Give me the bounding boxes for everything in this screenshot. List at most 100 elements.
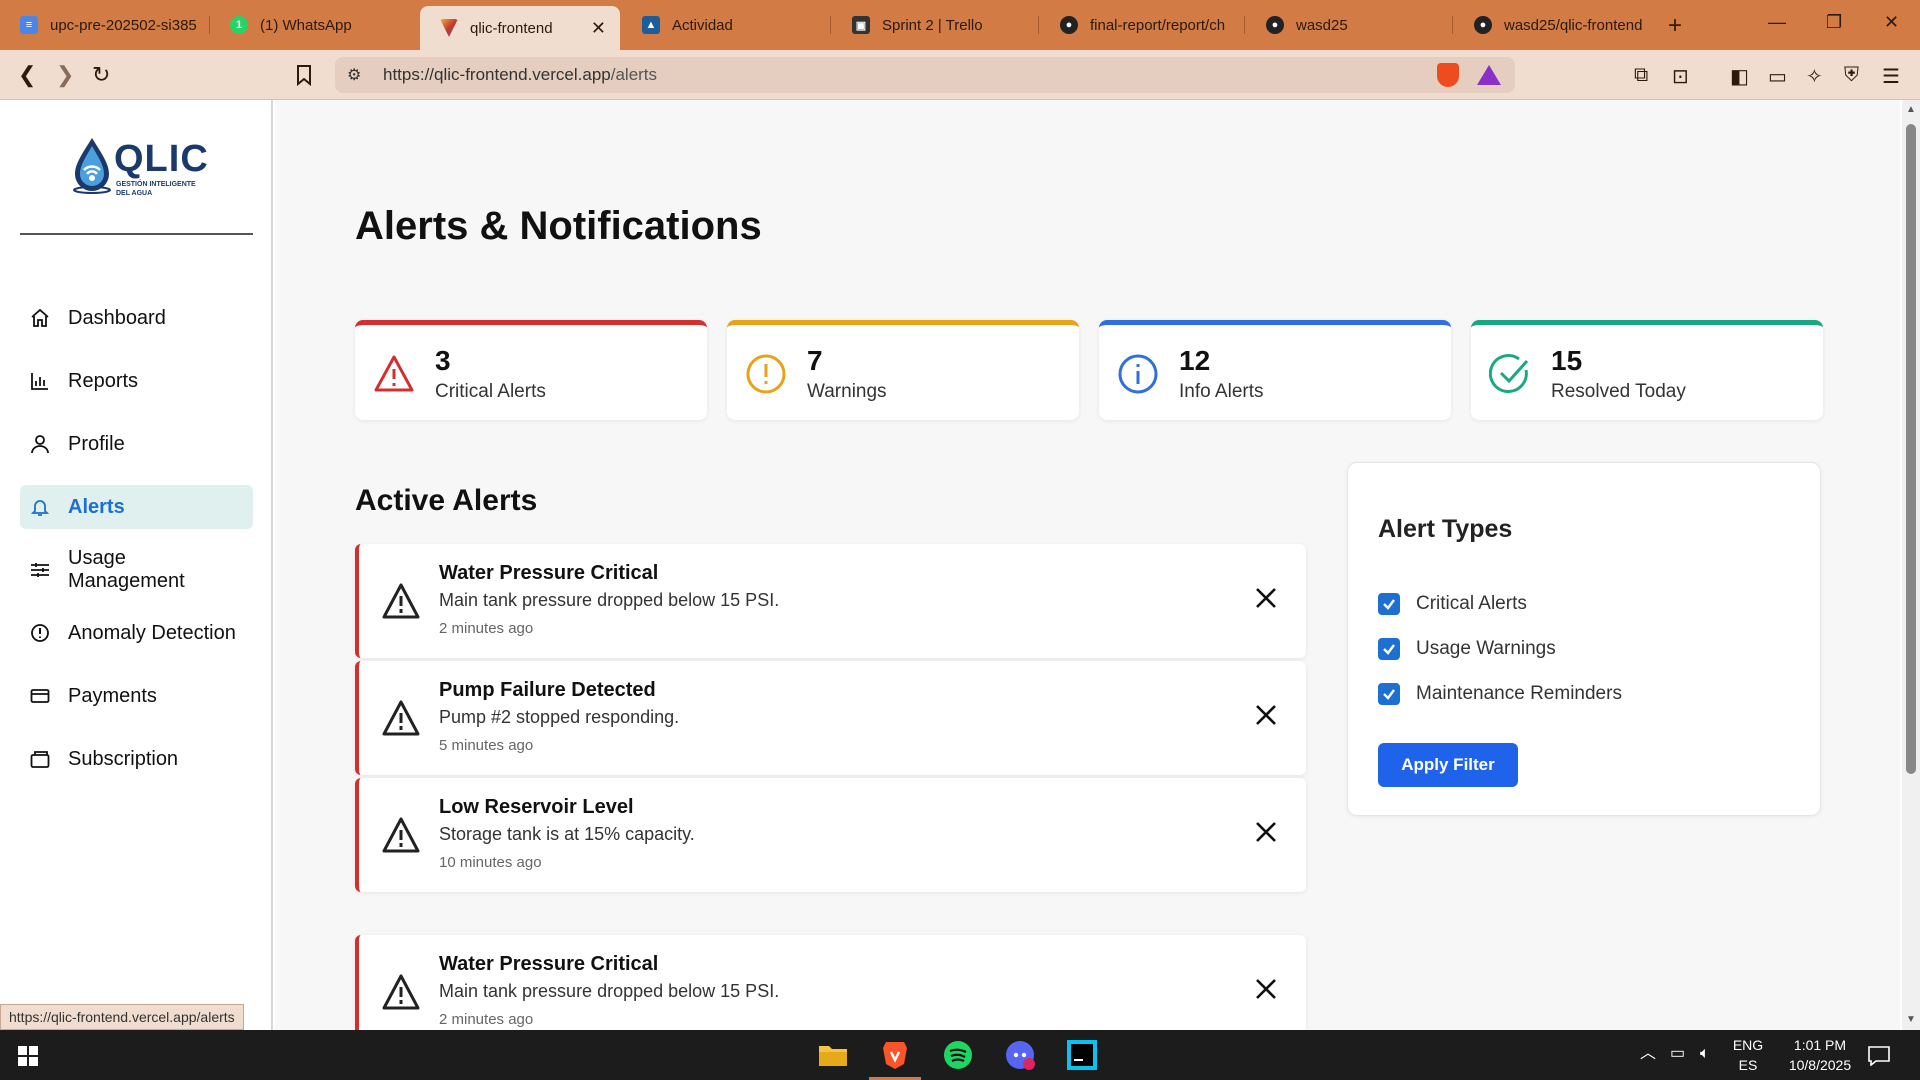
sidebar-item-dashboard[interactable]: Dashboard [20,296,253,340]
vpn-icon[interactable]: ⛨ [1844,64,1859,87]
new-tab-icon[interactable]: + [1668,12,1682,40]
checkbox-checked[interactable] [1378,683,1400,705]
sidebar-item-label: Dashboard [68,306,166,329]
spotify-icon[interactable] [938,1038,978,1072]
dismiss-alert-icon[interactable] [1254,703,1278,727]
warning-triangle-icon [374,355,414,392]
dismiss-alert-icon[interactable] [1254,586,1278,610]
github-icon: ● [1474,16,1492,34]
tab-trello[interactable]: ▣ Sprint 2 | Trello [832,0,1040,50]
screenshot-icon[interactable]: ⊡ [1672,64,1689,89]
tab-docs[interactable]: ≡ upc-pre-202502-si385 [0,0,208,50]
tab-final-report[interactable]: ● final-report/report/ch [1040,0,1248,50]
network-icon[interactable]: ▭ [1670,1044,1685,1064]
scroll-thumb[interactable] [1906,124,1916,774]
webstorm-icon[interactable] [1062,1038,1102,1072]
tab-wasd25-qlic[interactable]: ● wasd25/qlic-frontend [1454,0,1659,50]
back-icon[interactable]: ❮ [18,62,36,88]
browser-tab-bar: ≡ upc-pre-202502-si385 1 (1) WhatsApp ql… [0,0,1920,50]
windows-start-icon[interactable] [18,1046,38,1066]
language-indicator[interactable]: ENG ES [1728,1035,1768,1075]
sidebar-item-alerts[interactable]: Alerts [20,485,253,529]
home-icon [29,308,51,328]
active-alerts-heading: Active Alerts [355,484,538,517]
subscription-icon [29,749,51,769]
menu-icon[interactable]: ☰ [1882,64,1900,89]
stat-value: 12 [1179,345,1211,376]
apply-filter-button[interactable]: Apply Filter [1378,743,1518,787]
tab-label: (1) WhatsApp [260,16,352,34]
close-tab-icon[interactable]: ✕ [591,18,606,39]
language-top: ENG [1732,1037,1764,1053]
file-explorer-icon[interactable] [813,1038,853,1072]
close-window-icon[interactable]: ✕ [1884,12,1899,33]
status-bar-url: https://qlic-frontend.vercel.app/alerts [0,1004,244,1030]
info-circle-icon [1118,354,1158,394]
stat-card-info: 12 Info Alerts [1099,320,1451,420]
minimize-icon[interactable]: — [1768,12,1786,33]
brave-browser-icon[interactable] [869,1038,921,1080]
alert-time: 10 minutes ago [439,854,542,871]
checkbox-checked[interactable] [1378,593,1400,615]
extensions-icon[interactable]: ⧉ [1634,64,1648,87]
brave-rewards-icon[interactable] [1477,65,1501,85]
sidebar-item-profile[interactable]: Profile [20,422,253,466]
trello-icon: ▣ [852,16,870,34]
app-icon: ▲ [642,16,660,34]
scroll-up-icon[interactable]: ▲ [1906,104,1916,115]
alert-card: Water Pressure Critical Main tank pressu… [355,935,1306,1030]
sidebar-item-reports[interactable]: Reports [20,359,253,403]
volume-icon[interactable]: 🔈︎ [1700,1044,1710,1064]
filter-title: Alert Types [1378,515,1513,543]
stat-label: Resolved Today [1551,381,1686,402]
browser-toolbar: ❮ ❯ ↻ ⚙ https://qlic-frontend.vercel.app… [0,50,1920,100]
reload-icon[interactable]: ↻ [92,62,110,88]
filter-option-maintenance[interactable]: Maintenance Reminders [1378,683,1622,705]
warning-triangle-icon [382,974,420,1010]
address-bar[interactable]: ⚙ https://qlic-frontend.vercel.app/alert… [335,57,1515,93]
sidebar-item-anomaly-detection[interactable]: Anomaly Detection [20,611,253,655]
clock[interactable]: 1:01 PM 10/8/2025 [1772,1035,1868,1075]
dismiss-alert-icon[interactable] [1254,820,1278,844]
windows-taskbar: ︿ ▭ 🔈︎ ENG ES 1:01 PM 10/8/2025 [0,1030,1920,1080]
wallet-icon[interactable]: ▭ [1768,64,1787,89]
tab-qlic-frontend[interactable]: qlic-frontend ✕ [420,6,620,50]
notifications-icon[interactable] [1868,1046,1890,1066]
site-info-icon[interactable]: ⚙ [347,65,361,85]
brave-shield-icon[interactable] [1437,63,1459,87]
brand-logo[interactable]: QLIC GESTIÓN INTELIGENTE DEL AGUA [72,136,212,206]
restore-icon[interactable]: ❐ [1826,12,1842,33]
tab-whatsapp[interactable]: 1 (1) WhatsApp [210,0,418,50]
page-scrollbar[interactable]: ▲ ▼ [1902,100,1920,1030]
tab-label: upc-pre-202502-si385 [50,16,197,34]
warning-triangle-icon [382,583,420,619]
sidebar-item-payments[interactable]: Payments [20,674,253,718]
stat-card-warnings: 7 Warnings [727,320,1079,420]
filter-option-usage-warnings[interactable]: Usage Warnings [1378,638,1556,660]
bar-chart-icon [29,371,51,391]
sidebar-item-label: Reports [68,369,139,392]
vercel-icon [440,19,458,37]
checkbox-checked[interactable] [1378,638,1400,660]
alert-types-filter-panel: Alert Types Critical Alerts Usage Warnin… [1347,462,1821,816]
filter-option-label: Maintenance Reminders [1416,683,1622,704]
leo-ai-icon[interactable]: ✧ [1806,64,1823,89]
forward-icon[interactable]: ❯ [56,62,74,88]
sidebar-divider [20,233,253,235]
bookmark-icon[interactable] [296,64,312,86]
sidebar-toggle-icon[interactable]: ◧ [1730,64,1749,89]
show-hidden-icons-icon[interactable]: ︿ [1640,1044,1656,1064]
tab-wasd25[interactable]: ● wasd25 [1246,0,1454,50]
scroll-down-icon[interactable]: ▼ [1906,1014,1916,1025]
sidebar-item-usage-management[interactable]: Usage Management [20,542,253,598]
tab-label: qlic-frontend [470,19,553,37]
stat-value: 7 [807,345,823,376]
sidebar-item-label: Subscription [68,747,179,770]
filter-option-critical[interactable]: Critical Alerts [1378,593,1527,615]
tab-actividad[interactable]: ▲ Actividad [622,0,830,50]
sidebar-item-label: Alerts [68,495,125,518]
sidebar-item-subscription[interactable]: Subscription [20,737,253,781]
discord-icon[interactable] [1000,1038,1040,1072]
tab-label: Actividad [672,16,733,34]
dismiss-alert-icon[interactable] [1254,977,1278,1001]
